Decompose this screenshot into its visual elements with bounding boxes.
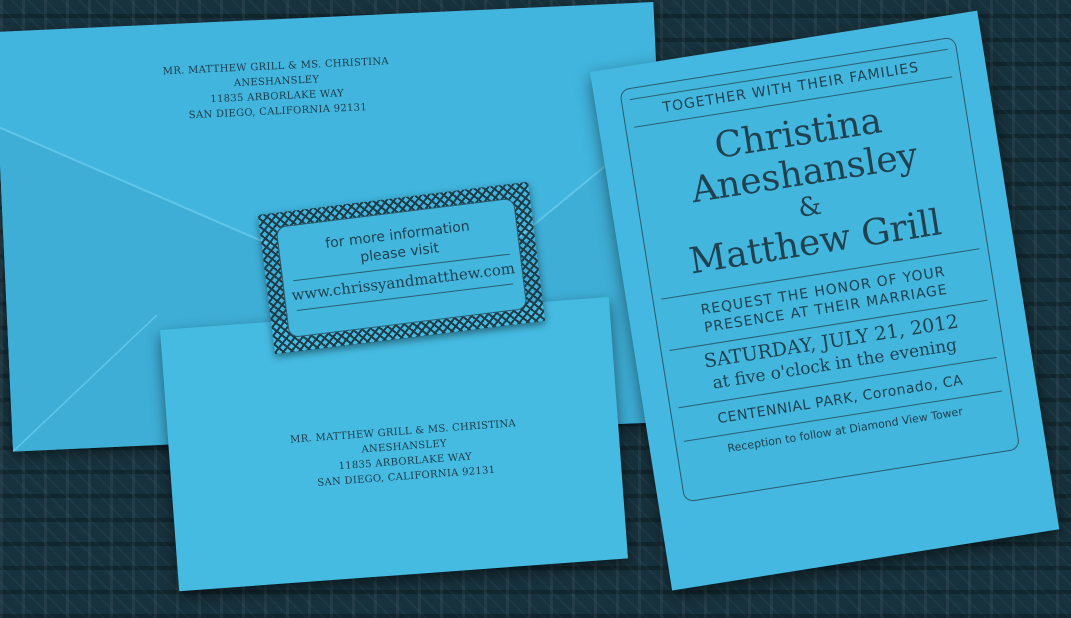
invitation-panel: TOGETHER WITH THEIR FAMILIES Christina A…: [619, 36, 1021, 503]
envelope-front-address: MR. MATTHEW GRILL & MS. CHRISTINA ANESHA…: [248, 413, 562, 496]
envelope-front: MR. MATTHEW GRILL & MS. CHRISTINA ANESHA…: [160, 297, 628, 592]
photo-scene: MR. MATTHEW GRILL & MS. CHRISTINA ANESHA…: [0, 0, 1071, 618]
info-card-panel: for more information please visit www.ch…: [275, 197, 528, 339]
invitation-card: TOGETHER WITH THEIR FAMILIES Christina A…: [590, 10, 1060, 591]
